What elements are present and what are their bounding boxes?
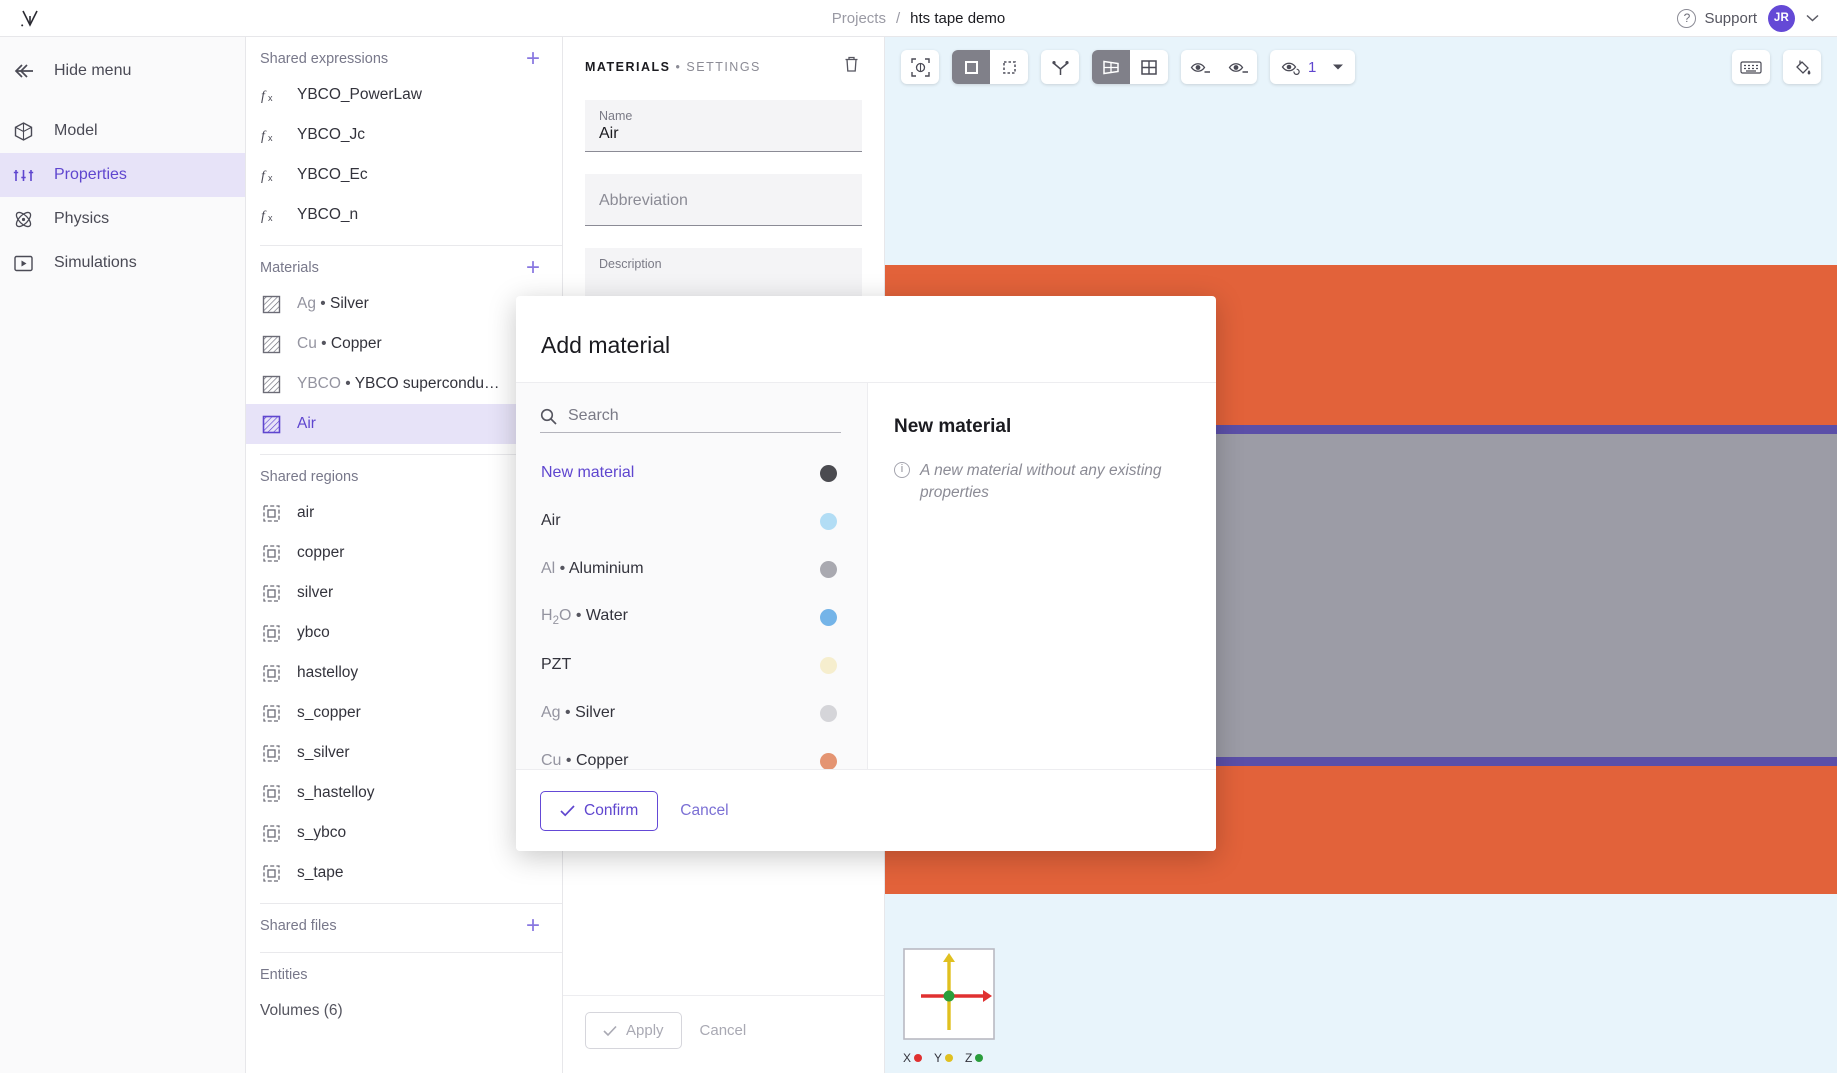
color-swatch	[820, 464, 837, 482]
dialog-body: Search New material Air Al • Aluminium H…	[516, 382, 1216, 769]
material-picker-list-pane: Search New material Air Al • Aluminium H…	[516, 383, 868, 769]
material-option-label: Silver	[575, 704, 616, 721]
material-option-symbol: Ag	[541, 704, 561, 721]
material-option-water[interactable]: H2O • Water	[516, 593, 867, 641]
material-option-label: Air	[541, 512, 561, 529]
material-option-aluminium[interactable]: Al • Aluminium	[516, 545, 867, 593]
confirm-button-label: Confirm	[584, 801, 639, 819]
info-circle-icon: i	[894, 462, 910, 478]
search-placeholder: Search	[568, 407, 619, 424]
material-option-label: New material	[541, 464, 635, 481]
detail-title: New material	[894, 416, 1012, 437]
material-option-label: Aluminium	[568, 560, 644, 577]
application-window: Projects / hts tape demo ? Support JR Hi…	[0, 0, 1837, 1073]
check-icon	[560, 804, 575, 816]
material-option-air[interactable]: Air	[516, 497, 867, 545]
material-option-symbol: Al	[541, 560, 556, 577]
color-swatch	[820, 656, 837, 674]
detail-description: A new material without any existing prop…	[920, 462, 1162, 502]
material-option-label: Copper	[575, 752, 629, 769]
material-option-label: Water	[585, 606, 628, 624]
confirm-button[interactable]: Confirm	[540, 790, 659, 831]
material-option-symbol: H2O	[541, 606, 572, 628]
material-option-copper[interactable]: Cu • Copper	[516, 737, 867, 769]
material-option-new-material[interactable]: New material	[516, 449, 867, 497]
color-swatch	[820, 608, 837, 626]
material-option-pzt[interactable]: PZT	[516, 641, 867, 689]
search-input[interactable]: Search	[540, 407, 841, 433]
add-material-dialog: Add material Search New material Air Al …	[516, 296, 1216, 851]
material-detail-pane: New material i A new material without an…	[868, 383, 1216, 769]
color-swatch	[820, 512, 837, 530]
color-swatch	[820, 752, 837, 769]
search-icon	[540, 408, 557, 425]
modal-overlay: Add material Search New material Air Al …	[0, 0, 1837, 1073]
color-swatch	[820, 560, 837, 578]
material-list: New material Air Al • Aluminium H2O • Wa…	[516, 443, 867, 769]
detail-description-row: i A new material without any existing pr…	[894, 460, 1186, 505]
material-option-symbol: Cu	[541, 752, 562, 769]
dialog-title: Add material	[541, 332, 671, 358]
color-swatch	[820, 704, 837, 722]
material-option-label: PZT	[541, 656, 572, 673]
dialog-cancel-button[interactable]: Cancel	[680, 802, 728, 820]
dialog-actions: Confirm Cancel	[516, 769, 1216, 851]
material-option-silver[interactable]: Ag • Silver	[516, 689, 867, 737]
